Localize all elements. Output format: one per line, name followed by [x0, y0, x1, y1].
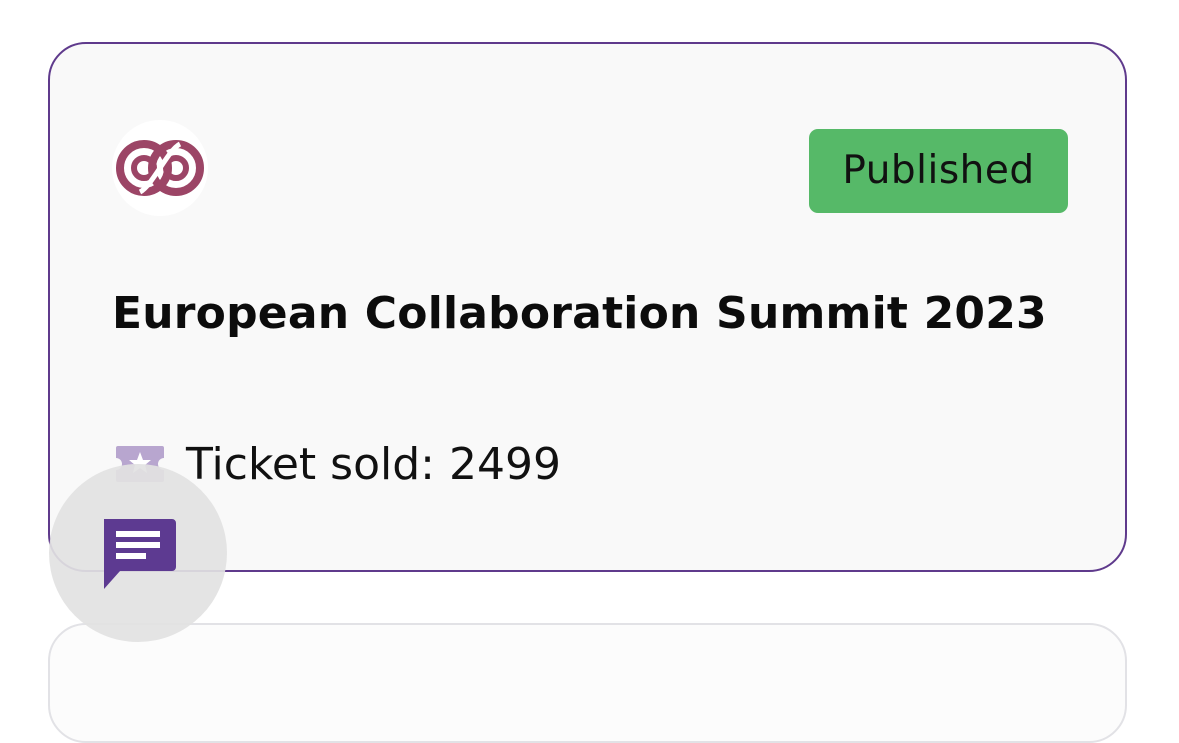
event-card[interactable]: Published European Collaboration Summit … [48, 42, 1127, 572]
chat-bubble-icon [104, 519, 176, 589]
event-title: European Collaboration Summit 2023 [112, 288, 1047, 339]
status-badge: Published [809, 129, 1068, 213]
event-logo [112, 120, 208, 216]
tickets-sold-text: Ticket sold: 2499 [186, 438, 561, 490]
next-event-card[interactable] [48, 623, 1127, 743]
infinity-logo-icon [116, 140, 204, 196]
chat-button[interactable] [49, 464, 227, 642]
